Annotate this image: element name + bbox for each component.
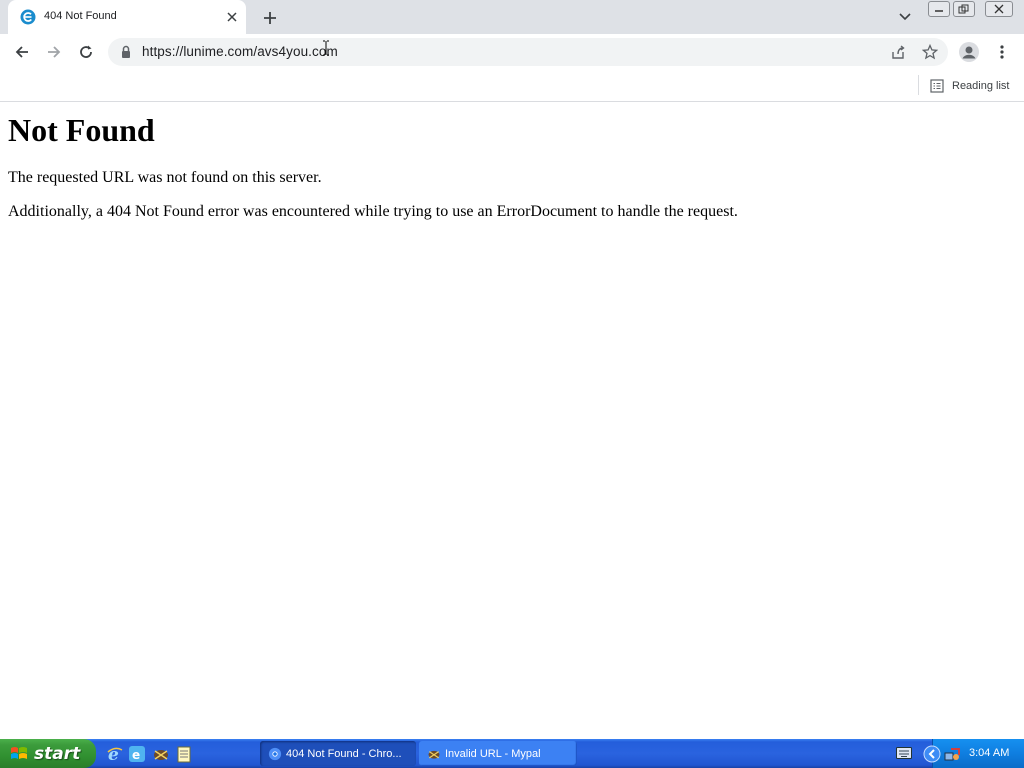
star-icon[interactable] xyxy=(920,42,940,62)
taskbar-button-label: 404 Not Found - Chro... xyxy=(286,747,402,760)
taskbar-button-mypal[interactable]: Invalid URL - Mypal xyxy=(419,741,577,766)
text-cursor-icon xyxy=(323,40,329,56)
forward-arrow-icon xyxy=(48,46,61,58)
show-hidden-icons-icon[interactable] xyxy=(923,745,941,763)
close-tab-icon[interactable] xyxy=(224,9,240,25)
bookmarks-bar: Reading list xyxy=(0,70,1024,102)
start-button[interactable]: start xyxy=(0,739,96,768)
new-tab-button[interactable] xyxy=(260,8,280,28)
clock[interactable]: 3:04 AM xyxy=(969,747,1009,759)
lock-icon[interactable] xyxy=(120,45,132,59)
chevron-down-icon xyxy=(899,13,911,21)
tab-404-not-found[interactable]: 404 Not Found xyxy=(8,0,246,34)
reading-list-icon xyxy=(930,79,944,93)
bookmark-separator xyxy=(918,75,919,95)
browser-quicklaunch-icon[interactable]: e xyxy=(128,745,146,763)
chrome-favicon-icon xyxy=(20,9,36,25)
tab-search-button[interactable] xyxy=(896,9,914,25)
notepad-quicklaunch-icon[interactable] xyxy=(175,745,193,763)
page-content: Not Found The requested URL was not foun… xyxy=(0,103,1024,739)
profile-button[interactable] xyxy=(957,40,981,64)
keyboard-icon[interactable] xyxy=(896,747,912,759)
share-icon[interactable] xyxy=(888,42,908,62)
windows-flag-icon xyxy=(11,746,27,759)
svg-text:e: e xyxy=(132,748,140,762)
network-tray-icon[interactable] xyxy=(943,745,961,763)
url-text[interactable]: https://lunime.com/avs4you.com xyxy=(142,44,338,59)
reload-button[interactable] xyxy=(74,40,98,64)
reading-list-label: Reading list xyxy=(952,80,1010,92)
reading-list-button[interactable]: Reading list xyxy=(930,77,1009,95)
page-heading: Not Found xyxy=(8,112,155,148)
profile-icon xyxy=(959,42,979,62)
system-tray: 3:04 AM xyxy=(923,739,1024,768)
mypal-quicklaunch-icon[interactable] xyxy=(152,745,170,763)
mypal-taskbar-icon xyxy=(428,750,440,759)
close-window-button[interactable] xyxy=(985,1,1013,17)
internet-explorer-icon[interactable]: e xyxy=(106,745,124,763)
tab-title: 404 Not Found xyxy=(44,10,117,22)
kebab-menu-icon xyxy=(1000,45,1004,59)
restore-button[interactable] xyxy=(953,1,975,17)
plus-icon xyxy=(264,12,276,24)
forward-button[interactable] xyxy=(42,40,66,64)
browser-toolbar: https://lunime.com/avs4you.com xyxy=(0,34,1024,70)
taskbar-button-label: Invalid URL - Mypal xyxy=(445,747,541,760)
address-bar[interactable]: https://lunime.com/avs4you.com xyxy=(108,38,948,66)
taskbar-button-chrome[interactable]: 404 Not Found - Chro... xyxy=(260,741,416,766)
reload-icon xyxy=(80,45,92,58)
chrome-taskbar-icon xyxy=(268,747,282,760)
back-arrow-icon xyxy=(15,46,28,58)
error-message: The requested URL was not found on this … xyxy=(8,169,322,186)
start-label: start xyxy=(34,743,81,764)
tab-strip: 404 Not Found xyxy=(0,0,1024,34)
back-button[interactable] xyxy=(10,40,34,64)
menu-button[interactable] xyxy=(990,40,1014,64)
taskbar: start e e 404 Not Found - Chro... Invali… xyxy=(0,739,1024,768)
error-detail: Additionally, a 404 Not Found error was … xyxy=(8,203,738,220)
minimize-button[interactable] xyxy=(928,1,950,17)
